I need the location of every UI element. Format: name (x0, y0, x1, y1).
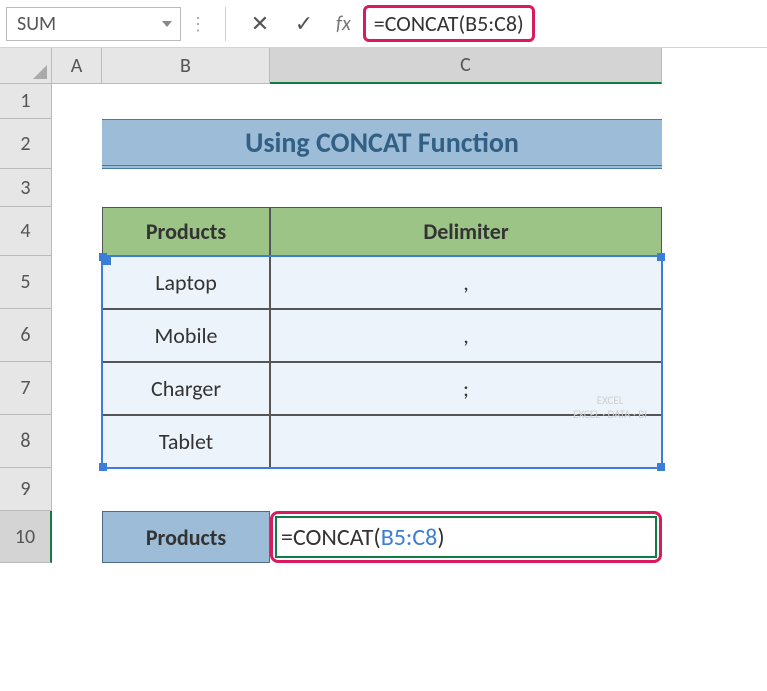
formula-reference: B5:C8 (381, 523, 438, 552)
page-title: Using CONCAT Function (102, 119, 662, 169)
table-row: Laptop , (102, 256, 662, 309)
row-headers: 1 2 3 4 5 6 7 8 9 10 (0, 84, 52, 563)
table-row: Charger ; (102, 362, 662, 415)
row-header-5[interactable]: 5 (0, 256, 52, 309)
cell-b6[interactable]: Mobile (102, 309, 270, 362)
table-row: Tablet (102, 415, 662, 468)
data-table: Products Delimiter Laptop , Mobile , Cha… (102, 207, 662, 468)
formula-bar: SUM ⋮ ✕ ✓ fx =CONCAT(B5:C8) (0, 0, 767, 48)
row-header-10[interactable]: 10 (0, 511, 52, 563)
name-box-value: SUM (17, 12, 56, 36)
formula-input[interactable]: =CONCAT(B5:C8) (363, 5, 761, 43)
cell-b8[interactable]: Tablet (102, 415, 270, 468)
col-header-b[interactable]: B (102, 48, 270, 84)
row-header-4[interactable]: 4 (0, 207, 52, 256)
cell-c5[interactable]: , (270, 256, 662, 309)
cell-b7[interactable]: Charger (102, 362, 270, 415)
formula-suffix: ) (437, 523, 444, 552)
enter-icon[interactable]: ✓ (284, 7, 324, 41)
row-header-3[interactable]: 3 (0, 169, 52, 207)
name-box[interactable]: SUM (6, 7, 181, 41)
cell-c7[interactable]: ; (270, 362, 662, 415)
spreadsheet-grid: 1 2 3 4 5 6 7 8 9 10 A B C Using CONCAT … (0, 48, 767, 691)
formula-prefix: =CONCAT( (281, 523, 381, 552)
select-all-corner[interactable] (0, 48, 52, 84)
row-header-7[interactable]: 7 (0, 362, 52, 415)
cell-c10-editing[interactable]: =CONCAT(B5:C8) (270, 511, 662, 563)
table-row: Mobile , (102, 309, 662, 362)
row-header-8[interactable]: 8 (0, 415, 52, 468)
row-header-2[interactable]: 2 (0, 119, 52, 169)
header-products[interactable]: Products (102, 207, 270, 256)
col-header-c[interactable]: C (270, 48, 662, 84)
cell-c6[interactable]: , (270, 309, 662, 362)
divider (225, 7, 226, 41)
row-header-6[interactable]: 6 (0, 309, 52, 362)
column-headers: A B C (52, 48, 767, 84)
formula-bar-highlight: =CONCAT(B5:C8) (363, 5, 535, 42)
cell-c8[interactable] (270, 415, 662, 468)
expand-dots-icon[interactable]: ⋮ (185, 13, 211, 35)
table-header-row: Products Delimiter (102, 207, 662, 256)
output-label[interactable]: Products (102, 511, 270, 563)
header-delimiter[interactable]: Delimiter (270, 207, 662, 256)
row-header-1[interactable]: 1 (0, 84, 52, 119)
row-header-9[interactable]: 9 (0, 468, 52, 511)
cell-b5[interactable]: Laptop (102, 256, 270, 309)
cancel-icon[interactable]: ✕ (240, 7, 280, 41)
formula-bar-text: =CONCAT(B5:C8) (374, 10, 524, 37)
title-text: Using CONCAT Function (245, 125, 519, 160)
col-header-a[interactable]: A (52, 48, 102, 84)
cells-area[interactable]: Using CONCAT Function Products Delimiter… (52, 84, 767, 691)
fx-icon[interactable]: fx (328, 12, 359, 36)
output-row: Products =CONCAT(B5:C8) (102, 511, 662, 563)
